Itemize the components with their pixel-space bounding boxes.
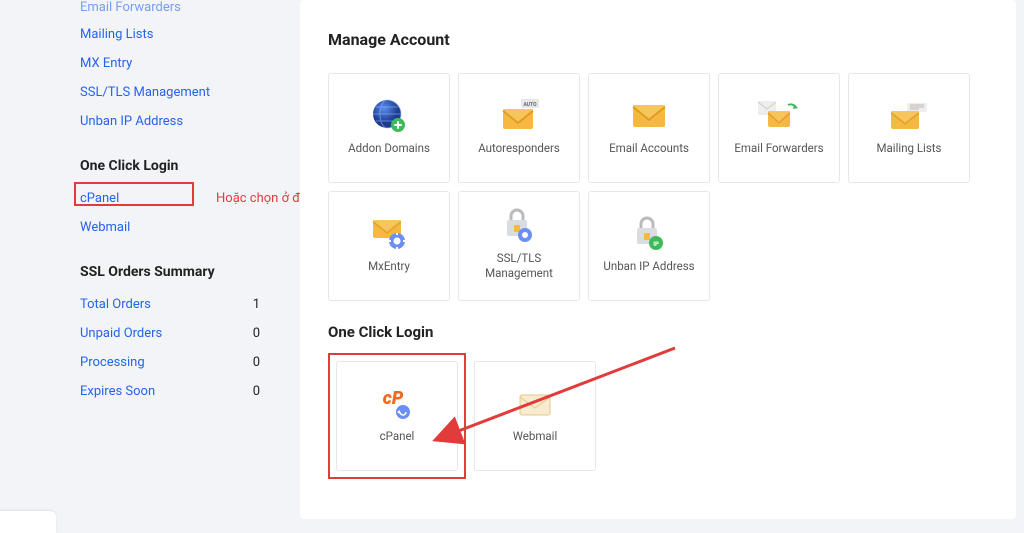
sidebar-link-cpanel[interactable]: cPanel xyxy=(80,184,119,213)
cpanel-icon: cP xyxy=(375,389,419,419)
tile-label: cPanel xyxy=(374,429,421,444)
envelope-outline-icon xyxy=(513,389,557,419)
envelope-list-icon xyxy=(887,101,931,131)
tile-label: SSL/TLS Management xyxy=(459,251,579,281)
heading-manage-account: Manage Account xyxy=(328,30,988,49)
sidebar-link-webmail[interactable]: Webmail xyxy=(80,213,300,242)
sidebar-link-email-forwarders-cut[interactable]: Email Forwarders xyxy=(80,0,300,20)
tile-autoresponders[interactable]: AUTO Autoresponders xyxy=(458,73,580,183)
tile-email-forwarders[interactable]: Email Forwarders xyxy=(718,73,840,183)
globe-icon xyxy=(367,101,411,131)
sidebar-link-unban-ip[interactable]: Unban IP Address xyxy=(80,107,300,136)
tile-label: Unban IP Address xyxy=(597,259,700,274)
svg-text:AUTO: AUTO xyxy=(523,102,537,108)
heading-one-click-login: One Click Login xyxy=(328,323,988,341)
sidebar-section-oneclick: One Click Login xyxy=(80,136,300,184)
tile-addon-domains[interactable]: Addon Domains xyxy=(328,73,450,183)
envelope-icon xyxy=(627,101,671,131)
sidebar-link-mailing-lists[interactable]: Mailing Lists xyxy=(80,20,300,49)
tile-mailing-lists[interactable]: Mailing Lists xyxy=(848,73,970,183)
tile-label: Autoresponders xyxy=(472,141,566,156)
ssl-value-processing: 0 xyxy=(253,355,260,370)
svg-text:IP: IP xyxy=(653,241,659,248)
tile-label: Addon Domains xyxy=(342,141,436,156)
tile-mx-entry[interactable]: MxEntry xyxy=(328,191,450,301)
tile-cpanel[interactable]: cP cPanel xyxy=(336,361,458,471)
tile-label: Email Forwarders xyxy=(728,141,829,156)
ssl-row-expires: Expires Soon 0 xyxy=(80,377,300,406)
annotation-text: Hoặc chọn ở đây xyxy=(216,191,313,206)
ssl-row-total: Total Orders 1 xyxy=(80,290,300,319)
sidebar-link-mx-entry[interactable]: MX Entry xyxy=(80,49,300,78)
lock-gear-icon xyxy=(497,211,541,241)
tile-label: Email Accounts xyxy=(603,141,695,156)
tile-webmail[interactable]: Webmail xyxy=(474,361,596,471)
tile-ssl-tls[interactable]: SSL/TLS Management xyxy=(458,191,580,301)
envelope-gear-icon xyxy=(367,219,411,249)
lock-ip-icon: IP xyxy=(627,219,671,249)
ssl-link-total[interactable]: Total Orders xyxy=(80,297,151,312)
ssl-link-unpaid[interactable]: Unpaid Orders xyxy=(80,326,162,341)
tile-email-accounts[interactable]: Email Accounts xyxy=(588,73,710,183)
envelope-forward-icon xyxy=(757,101,801,131)
ssl-row-processing: Processing 0 xyxy=(80,348,300,377)
sidebar: Email Forwarders Mailing Lists MX Entry … xyxy=(0,0,300,533)
ssl-link-expires[interactable]: Expires Soon xyxy=(80,384,155,399)
ssl-row-unpaid: Unpaid Orders 0 xyxy=(80,319,300,348)
ssl-value-expires: 0 xyxy=(253,384,260,399)
tile-label: Webmail xyxy=(507,429,564,444)
tiles-manage-account: Addon Domains AUTO Autoresponders xyxy=(328,73,988,301)
tile-unban-ip[interactable]: IP Unban IP Address xyxy=(588,191,710,301)
annotation-highlight-cpanel-tile: cP cPanel xyxy=(328,353,466,479)
ssl-link-processing[interactable]: Processing xyxy=(80,355,145,370)
floating-tab[interactable] xyxy=(0,511,56,533)
tile-label: Mailing Lists xyxy=(871,141,948,156)
envelope-auto-icon: AUTO xyxy=(497,101,541,131)
ssl-value-unpaid: 0 xyxy=(253,326,260,341)
sidebar-section-ssl-orders: SSL Orders Summary xyxy=(80,242,300,290)
tile-label: MxEntry xyxy=(362,259,416,274)
main-content: Manage Account Addon Domains xyxy=(300,0,1024,533)
sidebar-link-ssl-tls[interactable]: SSL/TLS Management xyxy=(80,78,300,107)
ssl-value-total: 1 xyxy=(253,297,260,312)
